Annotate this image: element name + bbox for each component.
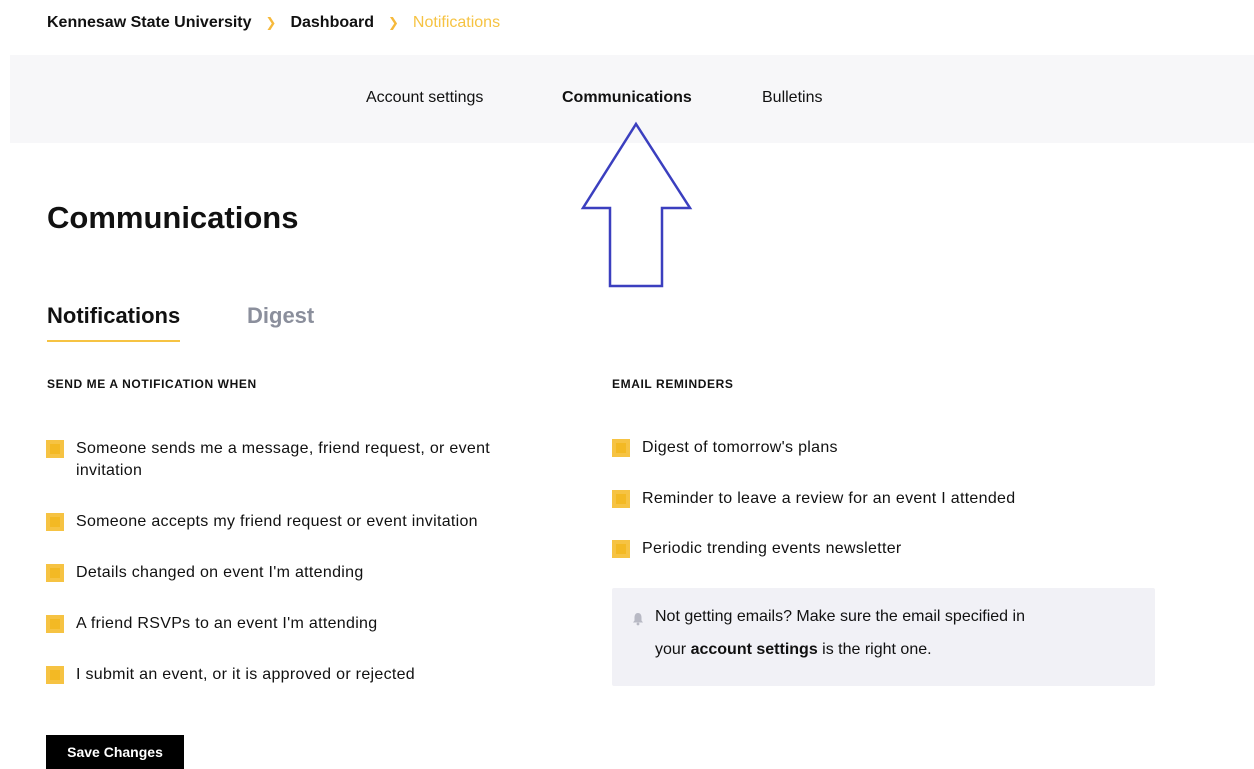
info-text: your bbox=[655, 641, 691, 658]
save-changes-button[interactable]: Save Changes bbox=[46, 735, 184, 769]
checkbox[interactable] bbox=[612, 439, 630, 457]
checkbox[interactable] bbox=[612, 540, 630, 558]
arrow-up-annotation-icon bbox=[580, 121, 693, 288]
option-label: Digest of tomorrow's plans bbox=[642, 439, 838, 456]
notification-option-friend-rsvp: A friend RSVPs to an event I'm attending bbox=[46, 613, 377, 635]
tab-account-settings[interactable]: Account settings bbox=[366, 89, 483, 107]
info-text: is the right one. bbox=[817, 641, 932, 658]
notification-option-details-changed: Details changed on event I'm attending bbox=[46, 562, 364, 584]
email-info-box: Not getting emails? Make sure the email … bbox=[612, 588, 1155, 686]
tab-notifications[interactable]: Notifications bbox=[47, 303, 181, 342]
checkbox[interactable] bbox=[46, 666, 64, 684]
option-label: Reminder to leave a review for an event … bbox=[642, 490, 1016, 507]
checkbox[interactable] bbox=[612, 490, 630, 508]
notification-option-message: Someone sends me a message, friend reque… bbox=[46, 438, 490, 482]
option-label: Someone sends me a message, friend reque… bbox=[76, 438, 490, 482]
reminder-option-review: Reminder to leave a review for an event … bbox=[612, 488, 1015, 510]
option-label: Periodic trending events newsletter bbox=[642, 540, 902, 557]
option-label: I submit an event, or it is approved or … bbox=[76, 666, 416, 683]
tab-bulletins[interactable]: Bulletins bbox=[762, 89, 822, 107]
checkbox[interactable] bbox=[46, 615, 64, 633]
checkbox[interactable] bbox=[46, 440, 64, 458]
notifications-heading: SEND ME A NOTIFICATION WHEN bbox=[47, 377, 257, 391]
option-label-line: invitation bbox=[76, 462, 143, 479]
bell-icon bbox=[633, 613, 643, 626]
reminder-option-digest: Digest of tomorrow's plans bbox=[612, 437, 838, 459]
tab-digest[interactable]: Digest bbox=[247, 303, 314, 329]
info-text-line: your account settings is the right one. bbox=[655, 639, 932, 661]
breadcrumb-dashboard-link[interactable]: Dashboard bbox=[290, 14, 374, 32]
email-reminders-heading: EMAIL REMINDERS bbox=[612, 377, 734, 391]
checkbox[interactable] bbox=[46, 564, 64, 582]
option-label: A friend RSVPs to an event I'm attending bbox=[76, 615, 378, 632]
account-settings-link[interactable]: account settings bbox=[691, 641, 818, 658]
option-label: Details changed on event I'm attending bbox=[76, 564, 364, 581]
breadcrumb: Kennesaw State University ❯ Dashboard ❯ … bbox=[47, 11, 500, 35]
reminder-option-newsletter: Periodic trending events newsletter bbox=[612, 538, 902, 560]
chevron-right-icon: ❯ bbox=[388, 15, 399, 30]
tab-communications[interactable]: Communications bbox=[562, 89, 692, 107]
option-label: Someone accepts my friend request or eve… bbox=[76, 513, 478, 530]
page-title: Communications bbox=[47, 200, 299, 235]
breadcrumb-current: Notifications bbox=[412, 14, 501, 31]
checkbox[interactable] bbox=[46, 513, 64, 531]
chevron-right-icon: ❯ bbox=[265, 15, 277, 30]
option-label-line: Someone sends me a message, friend reque… bbox=[76, 440, 491, 457]
notification-option-accepts: Someone accepts my friend request or eve… bbox=[46, 511, 478, 533]
notification-option-submit-event: I submit an event, or it is approved or … bbox=[46, 664, 415, 686]
info-text-line: Not getting emails? Make sure the email … bbox=[655, 608, 1025, 625]
breadcrumb-university-link[interactable]: Kennesaw State University bbox=[47, 14, 252, 32]
